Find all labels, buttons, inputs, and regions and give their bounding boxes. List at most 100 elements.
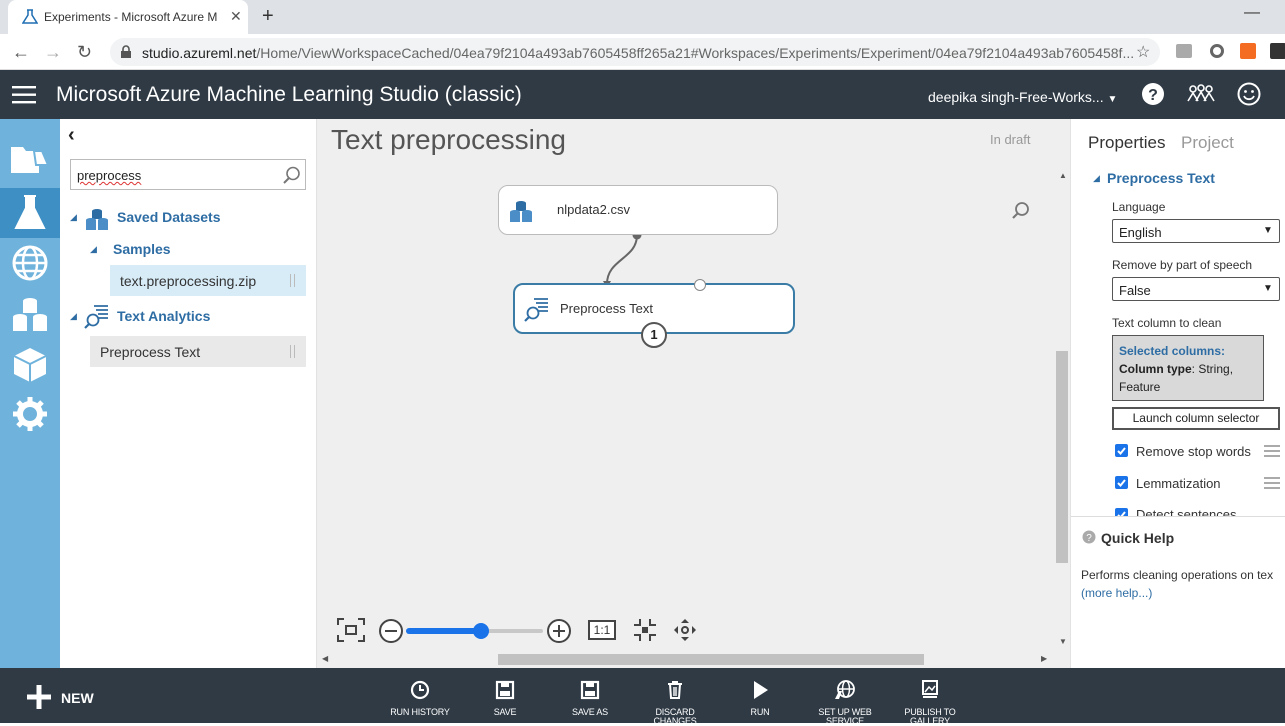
more-help-link[interactable]: (more help...): [1081, 586, 1152, 600]
help-icon[interactable]: ?: [1141, 82, 1165, 106]
clock-icon: [410, 680, 430, 700]
projects-folder-icon[interactable]: [10, 139, 50, 179]
vertical-scrollbar-thumb[interactable]: [1056, 351, 1068, 563]
reload-icon[interactable]: ↻: [77, 42, 92, 63]
save-as-icon: [580, 680, 600, 700]
expand-triangle-icon[interactable]: ◢: [1093, 173, 1100, 184]
web-service-globe-icon: [835, 680, 855, 699]
set-up-web-service-button[interactable]: SET UP WEB SERVICE: [805, 680, 885, 726]
save-as-button[interactable]: SAVE AS: [550, 680, 630, 717]
drag-handle-icon[interactable]: [290, 345, 295, 358]
browser-tab[interactable]: Experiments - Microsoft Azure M ✕: [8, 0, 248, 34]
search-icon[interactable]: [283, 166, 301, 184]
language-select[interactable]: English ▼: [1112, 219, 1280, 243]
save-icon: [495, 680, 515, 700]
scroll-up-icon[interactable]: ▲: [1059, 171, 1067, 180]
module-preprocess-text[interactable]: Preprocess Text 1: [513, 279, 795, 348]
extension-icon[interactable]: [1210, 44, 1224, 58]
checkbox-lemmatization[interactable]: [1115, 476, 1128, 489]
output-port[interactable]: [694, 279, 706, 291]
chevron-down-icon: ▼: [1263, 283, 1273, 294]
datasets-icon[interactable]: [10, 295, 50, 335]
launch-column-selector-button[interactable]: Launch column selector: [1112, 407, 1280, 430]
run-label: RUN: [750, 707, 770, 717]
save-button[interactable]: SAVE: [465, 680, 545, 717]
expand-triangle-icon[interactable]: ◢: [90, 244, 97, 255]
new-tab-icon[interactable]: +: [262, 5, 274, 28]
forward-icon[interactable]: →: [44, 42, 62, 63]
collapse-palette-icon[interactable]: ‹: [68, 124, 75, 147]
close-icon[interactable]: ✕: [230, 8, 242, 25]
feedback-smile-icon[interactable]: [1237, 82, 1261, 106]
experiment-canvas[interactable]: Text preprocessing In draft nlpdata2.csv…: [317, 119, 1070, 668]
workspace-selector[interactable]: deepika singh-Free-Works... ▼: [928, 89, 1117, 105]
browser-tab-strip: Experiments - Microsoft Azure M ✕ + —: [0, 0, 1285, 34]
fit-to-screen-icon[interactable]: [337, 618, 365, 642]
scroll-left-icon[interactable]: ◀: [322, 654, 328, 663]
scroll-down-icon[interactable]: ▼: [1059, 637, 1067, 646]
tree-samples[interactable]: Samples: [113, 241, 171, 257]
tab-project[interactable]: Project: [1181, 133, 1234, 153]
url-field[interactable]: studio.azureml.net/Home/ViewWorkspaceCac…: [110, 38, 1160, 66]
discard-changes-button[interactable]: DISCARD CHANGES: [635, 680, 715, 726]
web-services-globe-icon[interactable]: [10, 243, 50, 283]
tab-properties[interactable]: Properties: [1088, 133, 1165, 153]
new-label: NEW: [61, 690, 94, 706]
expand-triangle-icon[interactable]: ◢: [70, 311, 77, 322]
run-history-button[interactable]: RUN HISTORY: [380, 680, 460, 717]
tree-text-analytics[interactable]: Text Analytics: [117, 308, 210, 324]
svg-text:?: ?: [1086, 533, 1092, 544]
play-icon: [754, 681, 768, 699]
checkbox-remove-stop-words[interactable]: [1115, 444, 1128, 457]
extension-icon[interactable]: [1240, 43, 1256, 59]
drag-handle-icon[interactable]: [1264, 445, 1280, 457]
star-icon[interactable]: ☆: [1136, 42, 1150, 62]
canvas-search-icon[interactable]: [1011, 201, 1031, 221]
module-dataset-nlpdata2[interactable]: nlpdata2.csv: [498, 185, 778, 235]
horizontal-scrollbar-thumb[interactable]: [498, 654, 924, 665]
save-label: SAVE: [493, 707, 517, 717]
drag-handle-icon[interactable]: [290, 274, 295, 287]
module-badge: 1: [641, 322, 667, 348]
publish-to-gallery-button[interactable]: PUBLISH TO GALLERY: [890, 680, 970, 726]
experiments-flask-icon[interactable]: [10, 192, 50, 232]
palette-item-preprocess-text[interactable]: Preprocess Text: [90, 336, 306, 367]
extension-icon[interactable]: [1176, 44, 1192, 58]
actual-size-icon[interactable]: [633, 618, 657, 642]
address-bar: ← → ↻ studio.azureml.net/Home/ViewWorksp…: [0, 34, 1285, 70]
run-button[interactable]: RUN: [720, 680, 800, 717]
trained-models-cube-icon[interactable]: [10, 345, 50, 385]
pos-select[interactable]: False ▼: [1112, 277, 1280, 301]
palette-item-text-preprocessing[interactable]: text.preprocessing.zip: [110, 265, 306, 296]
scroll-right-icon[interactable]: ▶: [1041, 654, 1047, 663]
url-path: /Home/ViewWorkspaceCached/04ea79f2104a49…: [256, 45, 1135, 61]
checkbox-detect-sentences[interactable]: [1115, 508, 1128, 516]
zoom-slider[interactable]: [406, 623, 543, 639]
drag-handle-icon[interactable]: [1264, 477, 1280, 489]
zoom-reset-button[interactable]: 1:1: [588, 620, 616, 640]
text-column-label: Text column to clean: [1112, 316, 1222, 330]
zoom-slider-thumb[interactable]: [473, 623, 490, 639]
zoom-in-icon[interactable]: [546, 618, 572, 644]
expand-triangle-icon[interactable]: ◢: [70, 212, 77, 223]
quick-help-text: Performs cleaning operations on tex: [1081, 568, 1274, 582]
experiment-title[interactable]: Text preprocessing: [331, 124, 566, 156]
svg-text:?: ?: [1148, 87, 1158, 104]
dataset-group-icon: [86, 209, 108, 230]
tree-saved-datasets[interactable]: Saved Datasets: [117, 209, 221, 225]
search-input[interactable]: preprocess: [70, 159, 306, 190]
section-title[interactable]: Preprocess Text: [1107, 170, 1215, 186]
pan-move-icon[interactable]: [673, 618, 697, 642]
checkbox-label: Lemmatization: [1136, 476, 1221, 491]
gallery-icon: [922, 680, 938, 698]
back-icon[interactable]: ←: [12, 42, 30, 63]
extension-icon[interactable]: [1270, 43, 1285, 59]
hamburger-menu-icon[interactable]: [12, 86, 36, 104]
new-button[interactable]: NEW: [26, 684, 110, 710]
community-icon[interactable]: [1187, 83, 1215, 105]
settings-gear-icon[interactable]: [10, 394, 50, 434]
zoom-out-icon[interactable]: [378, 618, 404, 644]
minimize-icon[interactable]: —: [1244, 4, 1260, 22]
help-circle-icon: ?: [1082, 530, 1096, 544]
lock-icon: [121, 45, 131, 58]
